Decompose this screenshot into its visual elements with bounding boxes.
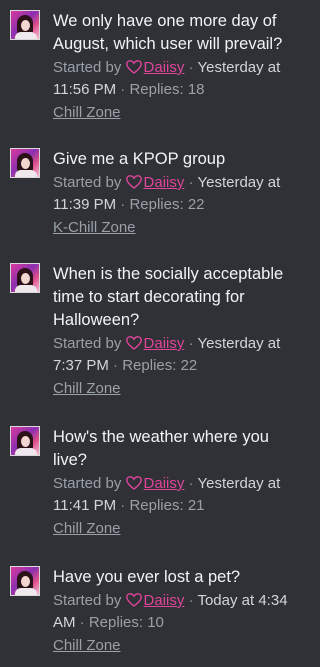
thread-title[interactable]: Have you ever lost a pet?	[53, 566, 303, 589]
replies-label: Replies:	[129, 81, 184, 98]
thread-meta: Started by Daiisy · Today at 4:34 AM · R…	[53, 592, 288, 631]
forum-link[interactable]: K-Chill Zone	[53, 217, 136, 239]
thread-title[interactable]: We only have one more day of August, whi…	[53, 10, 303, 56]
forum-link[interactable]: Chill Zone	[53, 102, 121, 124]
avatar[interactable]	[10, 426, 40, 456]
started-by-label: Started by	[53, 174, 122, 191]
thread-title[interactable]: How's the weather where you live?	[53, 426, 303, 472]
thread-meta: Started by Daiisy · Yesterday at 11:41 P…	[53, 475, 281, 514]
replies-count: 21	[187, 497, 205, 514]
heart-icon	[125, 175, 142, 189]
forum-link[interactable]: Chill Zone	[53, 518, 121, 540]
username-link[interactable]: Daiisy	[144, 592, 185, 609]
started-by-label: Started by	[53, 335, 122, 352]
username-link[interactable]: Daiisy	[144, 335, 185, 352]
thread-title[interactable]: Give me a KPOP group	[53, 148, 303, 171]
avatar[interactable]	[10, 10, 40, 40]
thread-meta: Started by Daiisy · Yesterday at 11:39 P…	[53, 174, 281, 213]
replies-count: 18	[187, 81, 205, 98]
heart-icon	[125, 60, 142, 74]
username-link[interactable]: Daiisy	[144, 174, 185, 191]
started-by-label: Started by	[53, 475, 122, 492]
heart-icon	[125, 476, 142, 490]
replies-count: 10	[147, 614, 164, 631]
thread-title[interactable]: When is the socially acceptable time to …	[53, 263, 303, 332]
heart-icon	[125, 336, 142, 350]
replies-label: Replies:	[122, 357, 177, 374]
avatar[interactable]	[10, 263, 40, 293]
username-link[interactable]: Daiisy	[144, 59, 185, 76]
username-link[interactable]: Daiisy	[144, 475, 185, 492]
started-by-label: Started by	[53, 592, 122, 609]
forum-link[interactable]: Chill Zone	[53, 378, 121, 400]
thread-meta: Started by Daiisy · Yesterday at 7:37 PM…	[53, 335, 281, 374]
replies-count: 22	[180, 357, 198, 374]
replies-label: Replies:	[129, 497, 184, 514]
started-by-label: Started by	[53, 59, 122, 76]
replies-count: 22	[187, 196, 205, 213]
replies-label: Replies:	[88, 614, 144, 631]
thread-meta: Started by Daiisy · Yesterday at 11:56 P…	[53, 59, 281, 98]
replies-label: Replies:	[129, 196, 184, 213]
heart-icon	[125, 593, 142, 607]
forum-link[interactable]: Chill Zone	[53, 635, 121, 657]
avatar[interactable]	[10, 148, 40, 178]
avatar[interactable]	[10, 566, 40, 596]
